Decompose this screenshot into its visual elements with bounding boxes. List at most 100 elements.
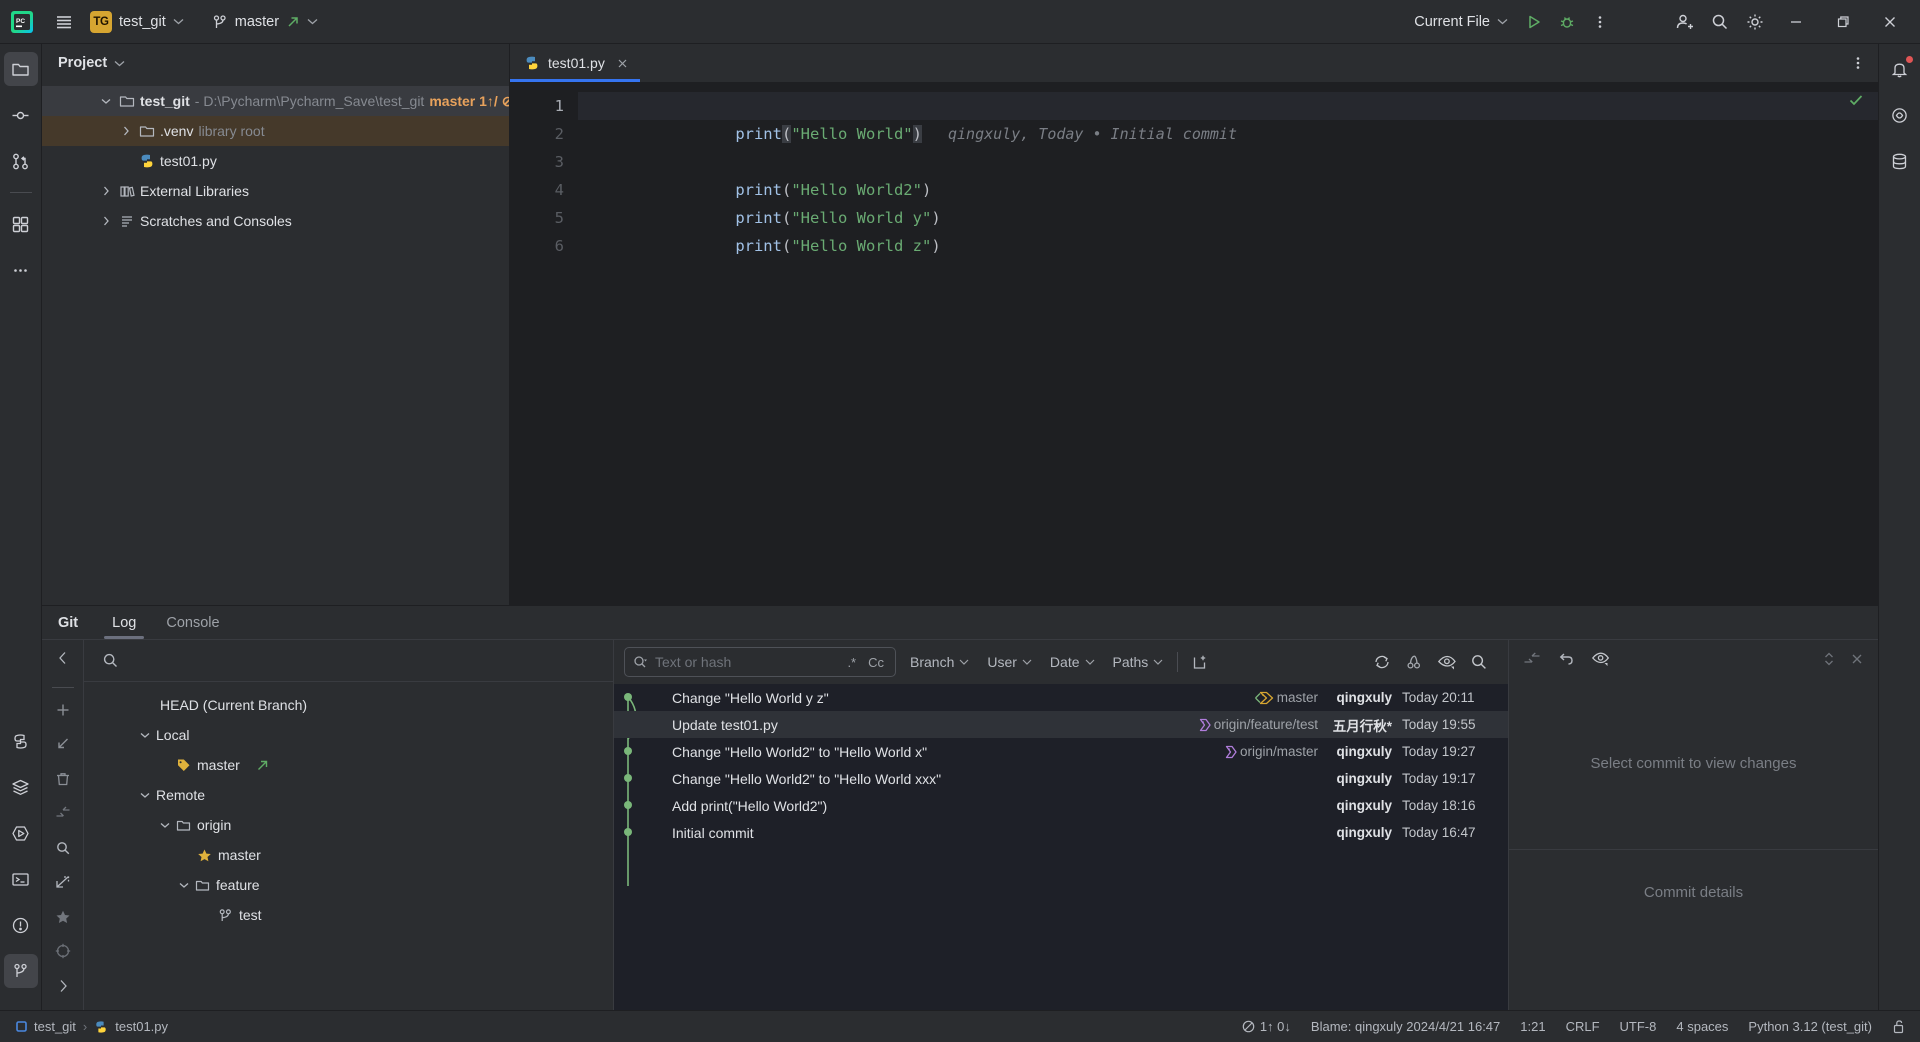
sidebar-item-more-tools[interactable] [4, 253, 38, 287]
branch-search-row[interactable] [84, 640, 613, 683]
tree-row-venv[interactable]: .venv library root [42, 116, 509, 146]
sidebar-item-plugins[interactable] [4, 207, 38, 241]
chevron-right-icon[interactable] [98, 216, 114, 226]
code-editor[interactable]: 1 2 3 4 5 6 print("Hello World") qingxuly… [510, 82, 1878, 605]
show-diff-icon[interactable] [1591, 650, 1610, 668]
star-icon[interactable] [48, 906, 78, 927]
search-icon[interactable] [1704, 7, 1736, 37]
run-configuration-selector[interactable]: Current File [1406, 7, 1516, 37]
match-case-toggle[interactable]: Cc [865, 655, 887, 670]
tree-row-external-libraries[interactable]: External Libraries [42, 176, 509, 206]
blame-info[interactable]: Blame: qingxuly 2024/4/21 16:47 [1311, 1019, 1500, 1034]
search-dropdown-icon[interactable] [633, 655, 649, 670]
caret-position[interactable]: 1:21 [1520, 1019, 1545, 1034]
filter-date[interactable]: Date [1046, 651, 1099, 673]
minimize-icon[interactable] [1774, 1, 1818, 43]
chevron-down-icon[interactable] [140, 732, 150, 739]
branch-row-remote[interactable]: Remote [84, 780, 613, 810]
search-icon[interactable] [48, 837, 78, 858]
close-icon[interactable] [617, 58, 628, 69]
commit-ref-badge[interactable]: master [1254, 690, 1318, 705]
table-row[interactable]: Change "Hello World2" to "Hello World xx… [614, 765, 1508, 792]
tree-row-test01-py[interactable]: test01.py [42, 146, 509, 176]
debug-icon[interactable] [1552, 7, 1582, 37]
hamburger-menu-icon[interactable] [48, 7, 80, 37]
sidebar-item-terminal[interactable] [4, 862, 38, 896]
notifications-icon[interactable] [1883, 52, 1917, 86]
branch-row-local[interactable]: Local [84, 720, 613, 750]
chevron-down-icon[interactable] [160, 822, 170, 829]
sidebar-item-project[interactable] [3, 52, 38, 86]
chevron-left-icon[interactable] [48, 648, 78, 669]
open-new-tab-icon[interactable] [1188, 651, 1213, 674]
tree-row-test-git[interactable]: test_git - D:\Pycharm\Pycharm_Save\test_… [42, 86, 509, 116]
gear-icon[interactable] [1739, 7, 1771, 37]
table-row[interactable]: Change "Hello World y z" master qingxuly… [614, 684, 1508, 711]
branch-row-origin[interactable]: origin [84, 810, 613, 840]
sidebar-item-problems[interactable] [4, 908, 38, 942]
trash-icon[interactable] [48, 768, 78, 789]
branch-row-head[interactable]: HEAD (Current Branch) [84, 690, 613, 720]
chevron-down-icon[interactable] [98, 98, 114, 105]
search-icon[interactable] [1470, 653, 1488, 671]
tab-test01-py[interactable]: test01.py [510, 44, 640, 82]
chevron-right-icon[interactable] [98, 186, 114, 196]
branch-selector[interactable]: master [204, 8, 326, 36]
more-vertical-icon[interactable] [1850, 54, 1866, 72]
tab-console[interactable]: Console [154, 606, 231, 639]
sidebar-item-commit[interactable] [4, 98, 38, 132]
log-search-box[interactable]: .* Cc [624, 647, 896, 678]
branch-row-origin-master[interactable]: master [84, 840, 613, 870]
breadcrumb-file[interactable]: test01.py [115, 1019, 168, 1034]
breadcrumb-project[interactable]: test_git [34, 1019, 76, 1034]
regex-toggle[interactable]: .* [844, 655, 859, 670]
file-encoding[interactable]: UTF-8 [1620, 1019, 1657, 1034]
target-icon[interactable] [48, 941, 78, 962]
database-icon[interactable] [1883, 144, 1917, 178]
merge-icon[interactable] [1523, 650, 1541, 668]
table-row[interactable]: Add print("Hello World2") qingxuly Today… [614, 792, 1508, 819]
account-add-icon[interactable] [1669, 7, 1701, 37]
more-vertical-icon[interactable] [1585, 7, 1615, 37]
tab-log[interactable]: Log [100, 606, 148, 640]
line-separator[interactable]: CRLF [1566, 1019, 1600, 1034]
table-row[interactable]: Initial commit qingxuly Today 16:47 [614, 819, 1508, 846]
table-row[interactable]: Change "Hello World2" to "Hello World x" [614, 738, 1508, 765]
filter-paths[interactable]: Paths [1109, 651, 1168, 673]
tree-row-scratches[interactable]: Scratches and Consoles [42, 206, 509, 236]
branch-row-feature[interactable]: feature [84, 870, 613, 900]
sidebar-item-git[interactable] [3, 954, 38, 988]
code-text-area[interactable]: print("Hello World") qingxuly, Today • In… [578, 82, 1878, 605]
close-icon[interactable] [1868, 1, 1912, 43]
expand-collapse-icon[interactable] [1822, 650, 1836, 668]
chevron-down-icon[interactable] [179, 882, 189, 889]
ai-assistant-icon[interactable] [1883, 98, 1917, 132]
filter-user[interactable]: User [983, 651, 1036, 673]
filter-branch[interactable]: Branch [906, 651, 973, 673]
merge-icon[interactable] [48, 803, 78, 824]
unlocked-icon[interactable] [1892, 1019, 1906, 1034]
table-row[interactable]: Update test01.py origin/feature/test 五月行… [614, 711, 1508, 739]
chevron-right-icon[interactable] [118, 126, 134, 136]
commit-list[interactable]: Change "Hello World y z" master qingxuly… [614, 684, 1508, 1010]
branch-row-feature-test[interactable]: test [84, 900, 613, 930]
chevron-down-icon[interactable] [140, 792, 150, 799]
commit-ref-badge[interactable]: origin/feature/test [1197, 717, 1318, 732]
refresh-icon[interactable] [1373, 653, 1391, 671]
sidebar-item-database-layers[interactable] [4, 770, 38, 804]
close-icon[interactable] [1850, 652, 1864, 666]
show-details-icon[interactable] [1437, 653, 1456, 671]
python-interpreter[interactable]: Python 3.12 (test_git) [1748, 1019, 1872, 1034]
project-selector[interactable]: TG test_git [82, 8, 192, 36]
search-input[interactable] [655, 654, 839, 671]
branch-row-local-master[interactable]: master [84, 750, 613, 780]
plus-icon[interactable] [48, 699, 78, 720]
maximize-icon[interactable] [1821, 1, 1865, 43]
sidebar-item-python-packages[interactable] [4, 724, 38, 758]
run-icon[interactable] [1519, 7, 1549, 37]
collapse-diagonal-icon[interactable] [48, 872, 78, 893]
chevron-right-icon[interactable] [48, 976, 78, 997]
chevron-down-icon[interactable] [114, 60, 125, 67]
commit-ref-badge[interactable]: origin/master [1223, 744, 1318, 759]
indent-setting[interactable]: 4 spaces [1676, 1019, 1728, 1034]
